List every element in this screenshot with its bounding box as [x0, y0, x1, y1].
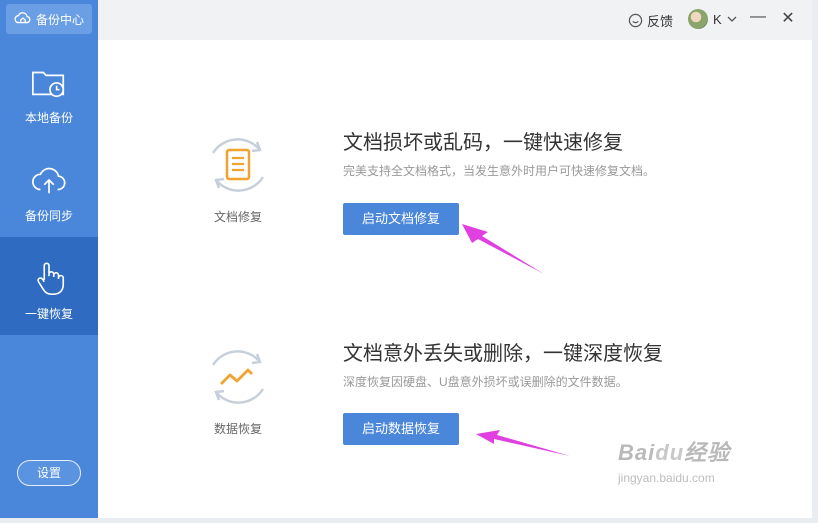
data-recovery-label: 数据恢复: [213, 422, 262, 436]
brand-label: 备份中心: [35, 12, 84, 27]
minimize-button[interactable]: —: [748, 8, 768, 30]
user-menu[interactable]: K: [688, 9, 737, 29]
sidebar-item-label: 本地备份: [24, 111, 73, 125]
chevron-down-icon: [727, 16, 737, 22]
document-repair-description: 完美支持全文档格式，当发生意外时用户可快速修复文档。: [343, 164, 656, 178]
app-window: 备份中心 本地备份 备份同步 一键恢复 设置 反馈 K — ✕ 文档修复 文档损…: [0, 0, 812, 518]
chat-bubble-icon: [628, 13, 643, 28]
sidebar-item-backup-sync[interactable]: 备份同步: [0, 139, 98, 237]
sidebar-item-label: 一键恢复: [24, 307, 73, 321]
folder-clock-icon: [31, 71, 65, 98]
data-recovery-description: 深度恢复因硬盘、U盘意外损坏或误删除的文件数据。: [343, 375, 628, 389]
feedback-label: 反馈: [647, 14, 674, 29]
start-document-repair-button[interactable]: 启动文档修复: [343, 203, 459, 235]
annotation-arrow: [476, 430, 570, 456]
feedback-button[interactable]: 反馈: [628, 11, 673, 30]
sidebar: 备份中心 本地备份 备份同步 一键恢复 设置: [0, 0, 98, 518]
start-data-recovery-button[interactable]: 启动数据恢复: [343, 413, 459, 445]
main-content: 文档修复 文档损坏或乱码，一键快速修复 完美支持全文档格式，当发生意外时用户可快…: [98, 40, 812, 518]
document-repair-label: 文档修复: [213, 210, 262, 224]
document-repair-title: 文档损坏或乱码，一键快速修复: [343, 132, 623, 154]
data-recovery-title: 文档意外丢失或删除，一键深度恢复: [343, 343, 663, 365]
baidu-watermark: Baidu经验 jingyan.baidu.com: [618, 435, 730, 485]
cloud-upload-icon: [32, 167, 66, 194]
sidebar-item-label: 备份同步: [24, 209, 73, 223]
close-button[interactable]: ✕: [778, 8, 798, 30]
watermark-url: jingyan.baidu.com: [618, 471, 715, 485]
user-name: K: [713, 11, 722, 27]
sidebar-item-one-click-restore[interactable]: 一键恢复: [0, 237, 98, 335]
data-recovery-icon: [211, 350, 265, 404]
avatar: [688, 9, 708, 29]
settings-button[interactable]: 设置: [17, 460, 81, 486]
sidebar-item-local-backup[interactable]: 本地备份: [0, 41, 98, 139]
baidu-logo: Baidu经验: [618, 440, 731, 465]
cloud-home-icon: [14, 12, 31, 24]
title-bar: 反馈 K — ✕: [98, 0, 812, 40]
annotation-arrow: [462, 224, 544, 274]
hand-pointer-icon: [37, 262, 65, 295]
document-repair-icon: [211, 138, 265, 192]
brand-badge[interactable]: 备份中心: [6, 4, 92, 34]
